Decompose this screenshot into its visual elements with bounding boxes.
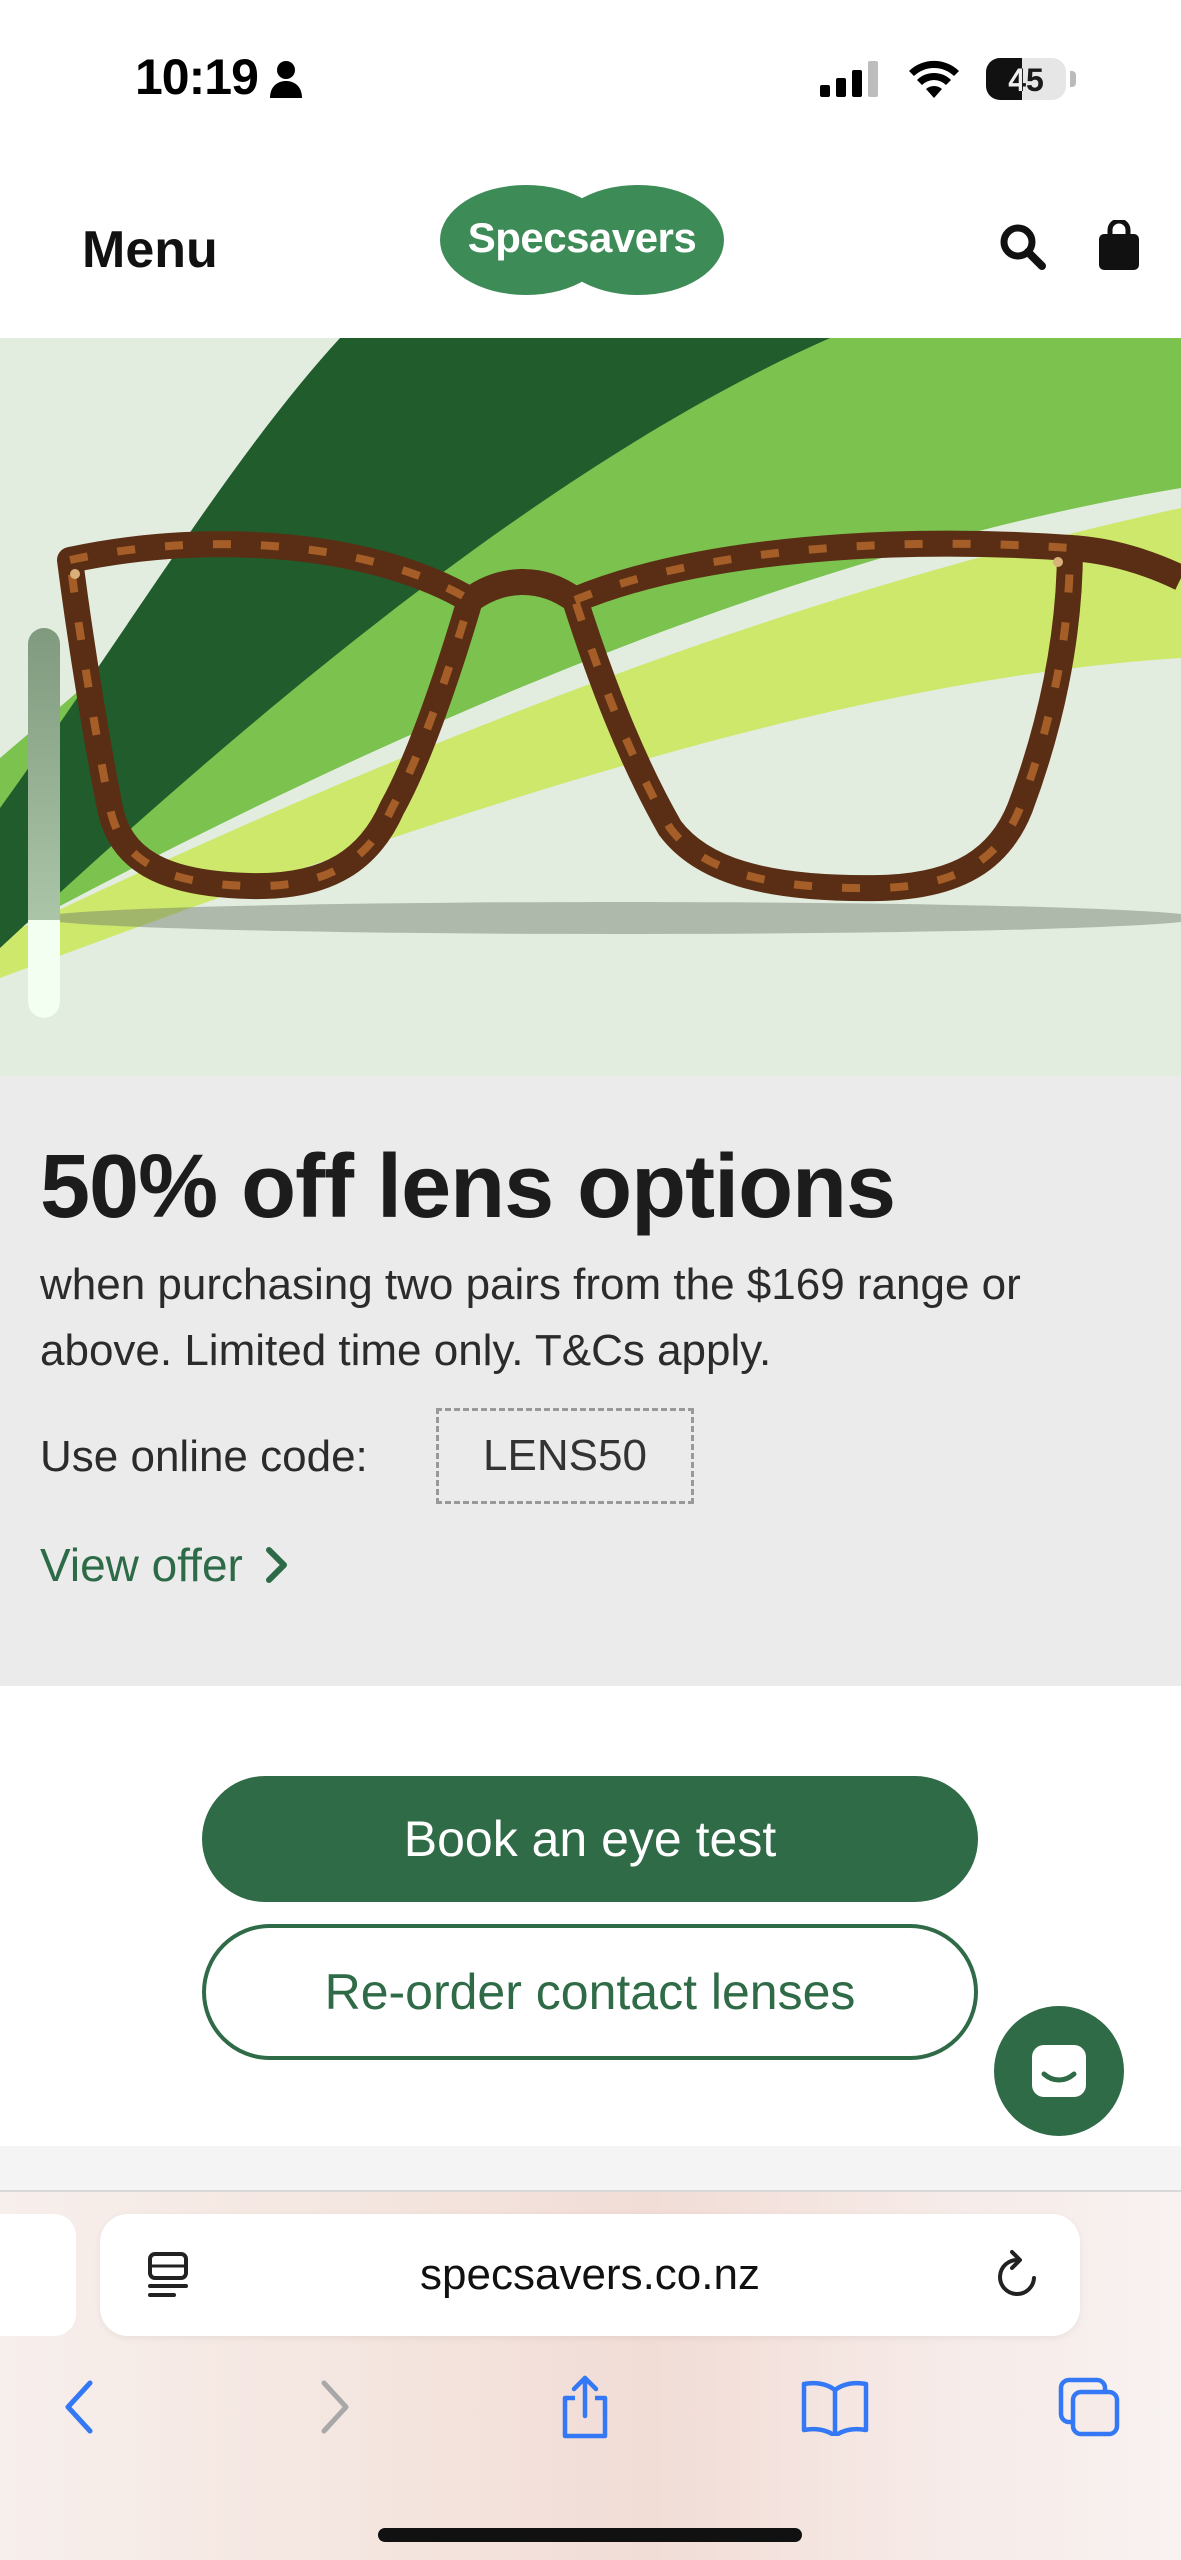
menu-button[interactable]: Menu [82,220,218,280]
shopping-bag-icon[interactable] [1096,220,1142,272]
chat-button[interactable] [994,2006,1124,2136]
back-button[interactable] [34,2362,124,2452]
status-indicators: 45 [820,58,1076,100]
promo-description: when purchasing two pairs from the $169 … [40,1260,1021,1375]
reload-icon[interactable] [992,2248,1044,2302]
battery-icon: 45 [986,58,1066,100]
reorder-contact-lenses-button[interactable]: Re-order contact lenses [202,1924,978,2060]
scroll-indicator-thumb[interactable] [28,920,60,1018]
book-eye-test-button[interactable]: Book an eye test [202,1776,978,1902]
promo-code[interactable]: LENS50 [436,1408,694,1504]
promo-code-label: Use online code: [40,1432,368,1481]
status-time: 10:19 [135,49,259,105]
logo-text: Specsavers [467,214,697,261]
back-icon [65,2380,93,2434]
home-indicator[interactable] [378,2528,802,2542]
actions-section: Book an eye test Re-order contact lenses [0,1686,1181,2146]
status-bar: 10:19 45 [0,0,1181,150]
share-button[interactable] [540,2362,630,2452]
previous-tab-card[interactable] [0,2214,76,2336]
forward-icon [321,2380,349,2434]
battery-cap [1070,71,1076,87]
page-footer-edge [0,2146,1181,2192]
browser-chrome: specsavers.co.nz [0,2192,1181,2560]
browser-toolbar [0,2362,1181,2482]
wifi-icon [909,60,959,98]
promo-section: 50% off lens options when purchasing two… [0,1076,1181,1686]
address-url: specsavers.co.nz [420,2250,760,2299]
battery-level: 45 [1008,62,1044,98]
tabs-icon [1058,2377,1120,2437]
specsavers-logo[interactable]: Specsavers [438,184,726,296]
address-bar[interactable]: specsavers.co.nz [100,2214,1080,2336]
search-icon[interactable] [998,222,1048,272]
view-offer-label: View offer [40,1539,243,1591]
bookmarks-button[interactable] [790,2362,880,2452]
forward-button[interactable] [290,2362,380,2452]
view-offer-link[interactable]: View offer [40,1538,289,1592]
glasses-illustration [0,338,1181,1076]
chat-icon [1032,2045,1086,2097]
site-header: Menu Specsavers [0,150,1181,338]
promo-title: 50% off lens options [40,1137,896,1237]
hero-banner-image[interactable] [0,338,1181,1076]
person-icon [270,61,302,98]
bookmarks-icon [801,2380,869,2436]
chevron-right-icon [265,1547,287,1583]
tabs-button[interactable] [1044,2362,1134,2452]
share-icon [562,2375,608,2439]
cellular-signal-icon [820,61,878,97]
